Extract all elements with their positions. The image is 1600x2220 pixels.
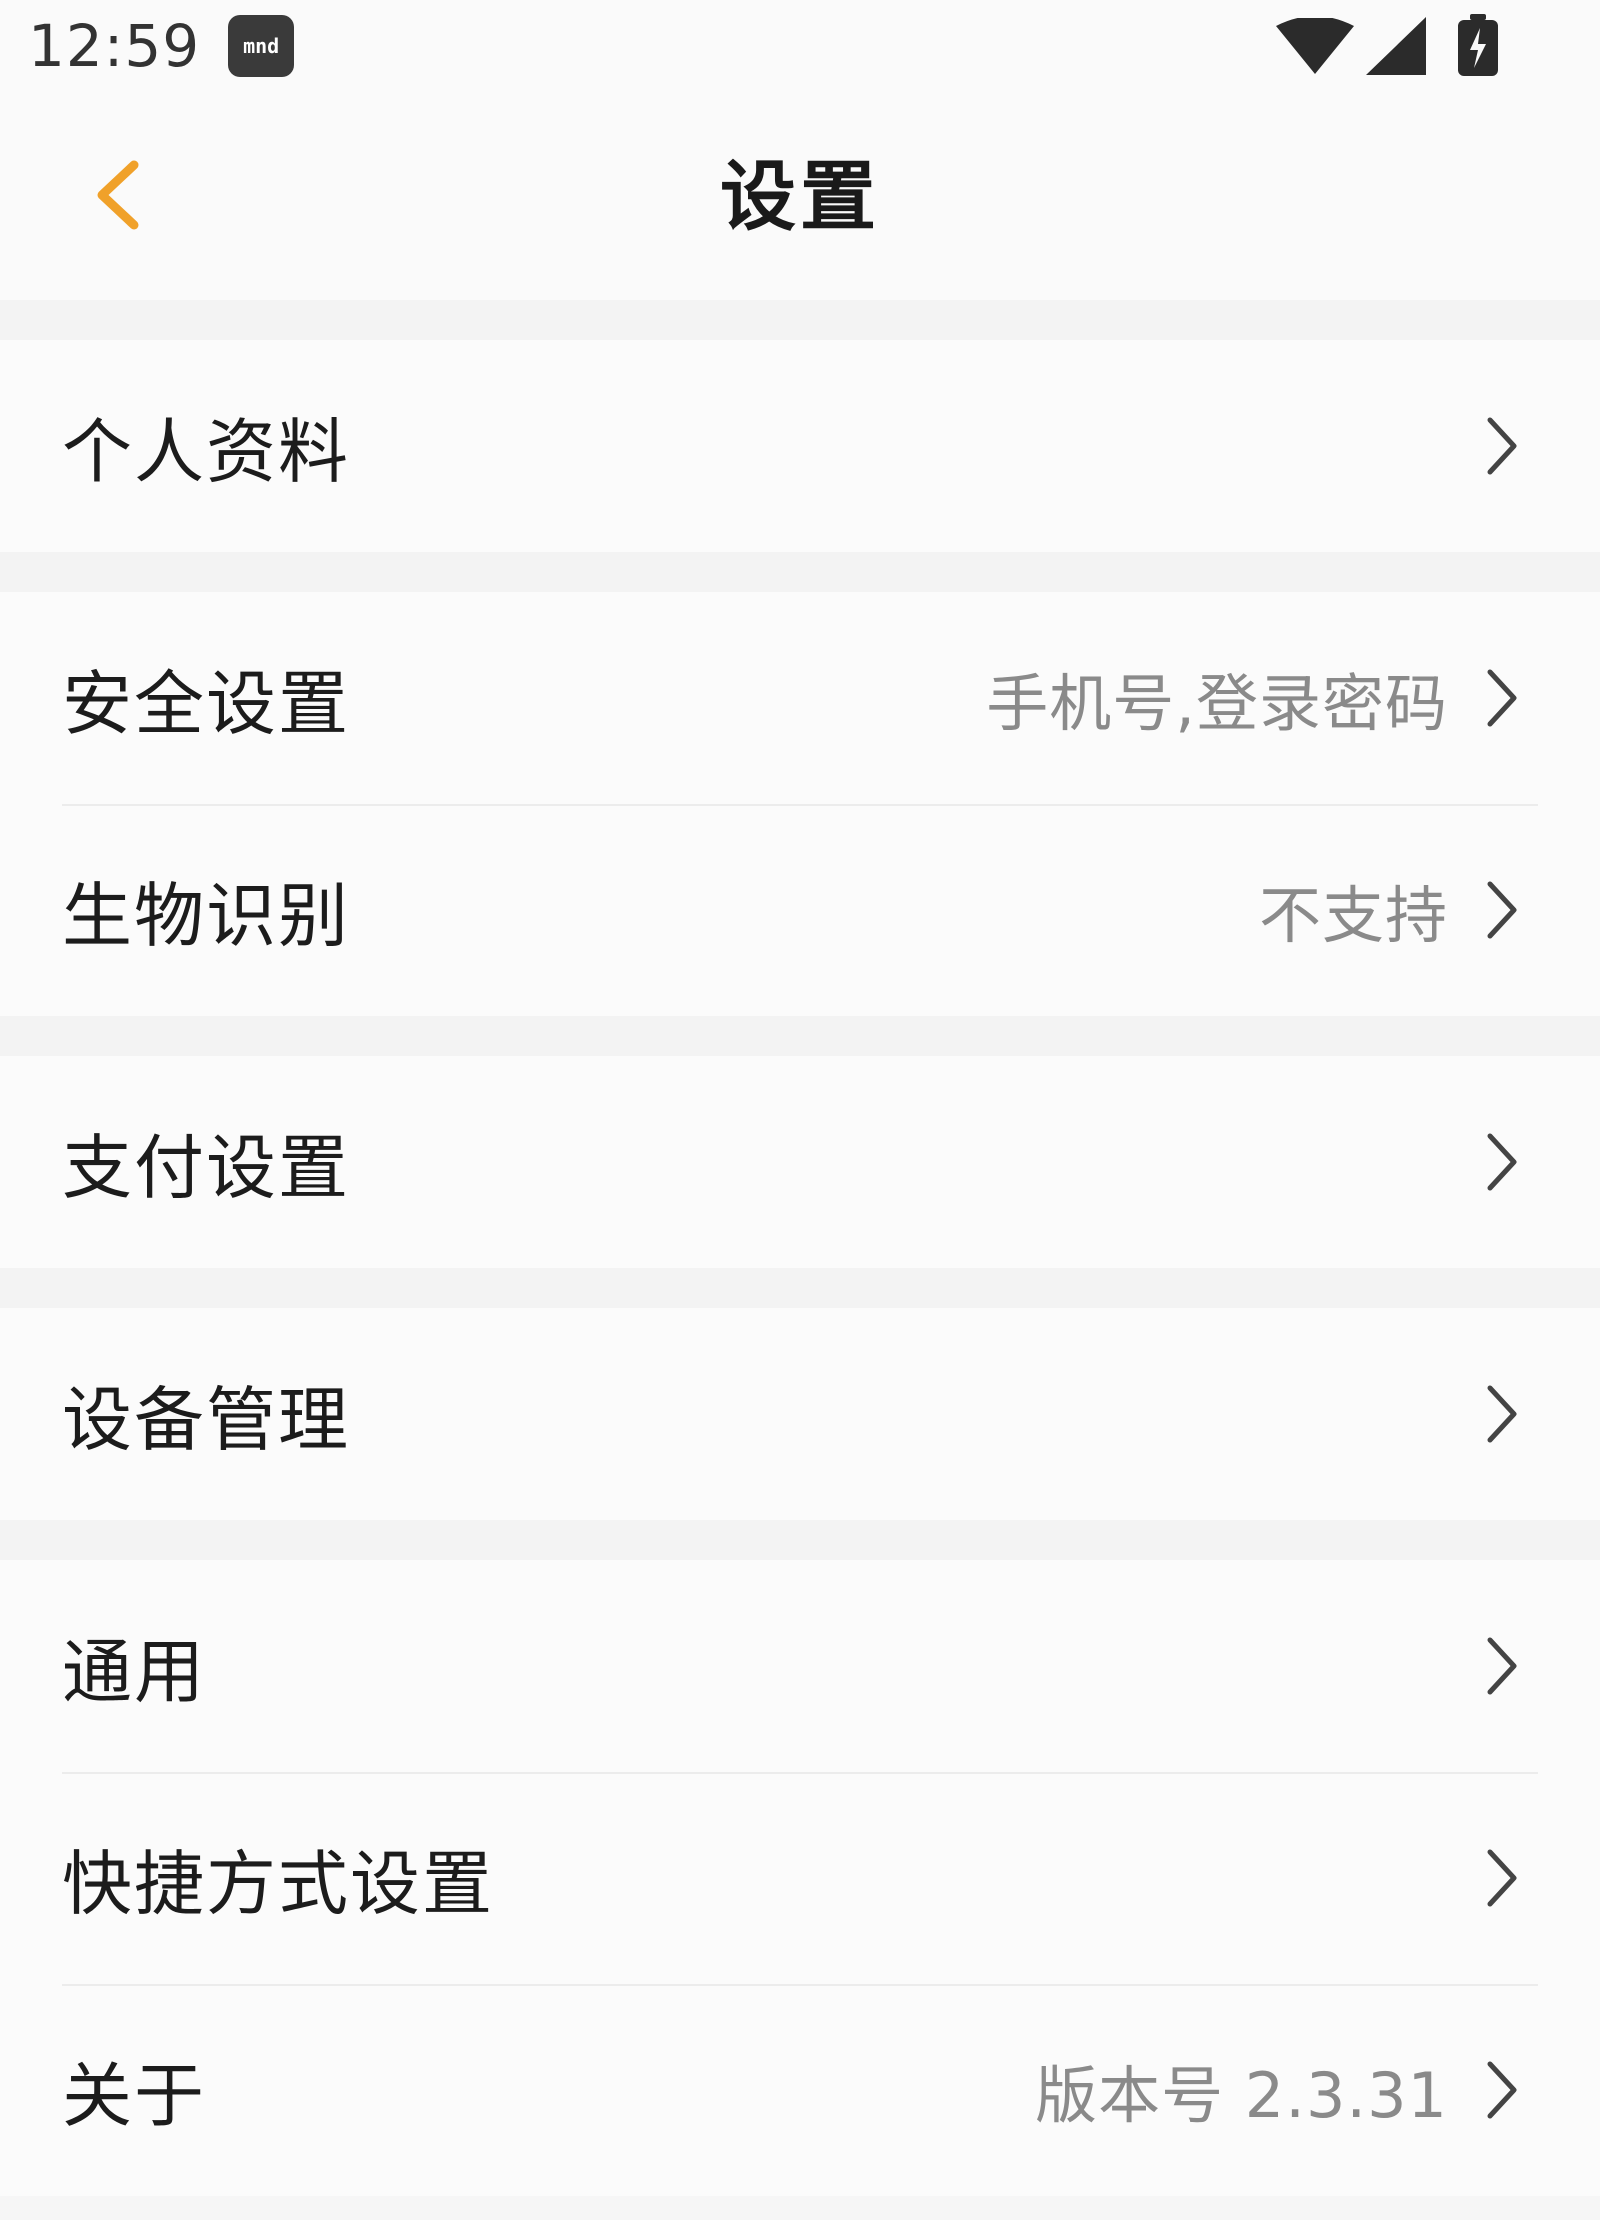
settings-group: 个人资料 [0,340,1600,552]
wifi-icon [1276,18,1354,74]
settings-row-label: 快捷方式设置 [62,1842,494,1925]
battery-icon [1458,14,1498,76]
group-separator [0,300,1600,340]
settings-row[interactable]: 个人资料 [0,340,1600,552]
settings-row-label: 设备管理 [62,1378,350,1461]
status-bar: 12:59 mnd [0,0,1600,92]
chevron-right-icon [1482,1382,1522,1446]
settings-group: 通用快捷方式设置 关于 版本号 2.3.31 [0,1560,1600,2196]
group-separator [0,1268,1600,1308]
settings-row[interactable]: 关于 版本号 2.3.31 [0,1984,1600,2196]
settings-list: 个人资料 安全设置 手机号,登录密码 生物识别 不支持 支付设置 设备管理 通用 快捷方式设置关… [0,300,1600,2196]
nav-bar: 设置 [0,92,1600,300]
group-separator [0,1016,1600,1056]
settings-row-label: 安全设置 [62,662,350,745]
chevron-right-icon [1482,1634,1522,1698]
settings-row[interactable]: 生物识别 不支持 [0,804,1600,1016]
settings-row[interactable]: 设备管理 [0,1308,1600,1520]
group-separator [0,1520,1600,1560]
chevron-right-icon [1482,666,1522,730]
settings-row-label: 个人资料 [62,410,350,493]
settings-row-value: 手机号,登录密码 [986,667,1448,740]
settings-row[interactable]: 通用 [0,1560,1600,1772]
status-icons [1276,14,1500,78]
settings-row-value: 版本号 2.3.31 [1035,2059,1448,2132]
notification-icon: mnd [228,15,295,77]
chevron-right-icon [1482,878,1522,942]
settings-group: 支付设置 [0,1056,1600,1268]
chevron-right-icon [1482,414,1522,478]
status-time: 12:59 [28,12,201,80]
settings-row[interactable]: 安全设置 手机号,登录密码 [0,592,1600,804]
settings-row-label: 生物识别 [62,874,350,957]
chevron-right-icon [1482,1846,1522,1910]
settings-group: 设备管理 [0,1308,1600,1520]
settings-row-label: 关于 [62,2054,206,2137]
back-button[interactable] [72,150,162,240]
signal-icon [1366,17,1426,75]
settings-group: 安全设置 手机号,登录密码生物识别 不支持 [0,592,1600,1016]
settings-row[interactable]: 支付设置 [0,1056,1600,1268]
settings-row-label: 通用 [62,1630,206,1713]
group-separator [0,552,1600,592]
settings-row[interactable]: 快捷方式设置 [0,1772,1600,1984]
chevron-right-icon [1482,1130,1522,1194]
settings-row-label: 支付设置 [62,1126,350,1209]
chevron-left-icon [97,160,139,230]
page-title: 设置 [720,152,880,241]
chevron-right-icon [1482,2058,1522,2122]
settings-row-value: 不支持 [1258,879,1448,952]
